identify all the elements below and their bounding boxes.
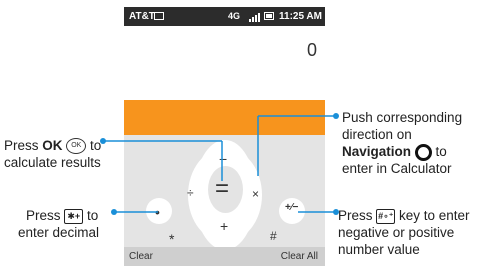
decimal-key[interactable]: • bbox=[155, 204, 160, 220]
sign-toggle-key[interactable]: +∕− bbox=[285, 202, 298, 213]
status-bar: AT&T 4G 11:25 AM bbox=[124, 7, 325, 26]
star-key-icon: ✱+ bbox=[64, 208, 84, 224]
network-type-icon: 4G bbox=[228, 11, 241, 21]
input-bar bbox=[124, 100, 325, 135]
clock: 11:25 AM bbox=[279, 11, 322, 22]
hash-key[interactable]: # bbox=[270, 229, 277, 243]
nav-callout-line1: Push corresponding bbox=[342, 110, 463, 125]
clear-all-softkey[interactable]: Clear All bbox=[281, 247, 318, 266]
nav-callout-line4: enter in Calculator bbox=[342, 161, 452, 176]
softkey-bar: Clear Clear All bbox=[124, 247, 325, 266]
display-value: 0 bbox=[306, 40, 317, 60]
ok-key-icon: OK bbox=[66, 138, 87, 155]
calculator-display: 0 bbox=[124, 26, 325, 100]
sign-callout-line2: negative or positive bbox=[338, 225, 455, 240]
minus-key[interactable]: − bbox=[219, 152, 227, 166]
message-icon bbox=[154, 12, 164, 20]
equals-key[interactable]: = bbox=[215, 177, 229, 201]
star-key[interactable]: * bbox=[169, 231, 174, 247]
calculator-keypad: = − + ÷ × • +∕− * # Clear Clear All bbox=[124, 135, 325, 266]
carrier-label: AT&T bbox=[129, 11, 155, 22]
nav-callout-line2: direction on bbox=[342, 127, 412, 142]
decimal-callout: Press ✱+ to bbox=[26, 208, 99, 224]
multiply-key[interactable]: × bbox=[252, 187, 259, 201]
phone-screen: AT&T 4G 11:25 AM 0 = − + ÷ × • +∕− * # C… bbox=[124, 7, 325, 266]
hash-key-icon: #∘⁺ bbox=[376, 208, 396, 224]
sign-callout: Press #∘⁺ key to enter bbox=[338, 208, 470, 224]
battery-icon bbox=[264, 12, 274, 20]
ok-callout: Press OK OK to bbox=[4, 138, 102, 155]
decimal-callout-line2: enter decimal bbox=[18, 225, 100, 240]
ok-callout-line2: calculate results bbox=[4, 155, 101, 170]
navigation-key-icon bbox=[414, 143, 432, 161]
divide-key[interactable]: ÷ bbox=[187, 186, 194, 200]
clear-softkey[interactable]: Clear bbox=[129, 247, 153, 266]
signal-icon bbox=[249, 12, 261, 22]
plus-key[interactable]: + bbox=[220, 219, 228, 233]
sign-callout-line3: number value bbox=[338, 242, 420, 257]
nav-callout-line3: Navigation to bbox=[342, 143, 447, 161]
